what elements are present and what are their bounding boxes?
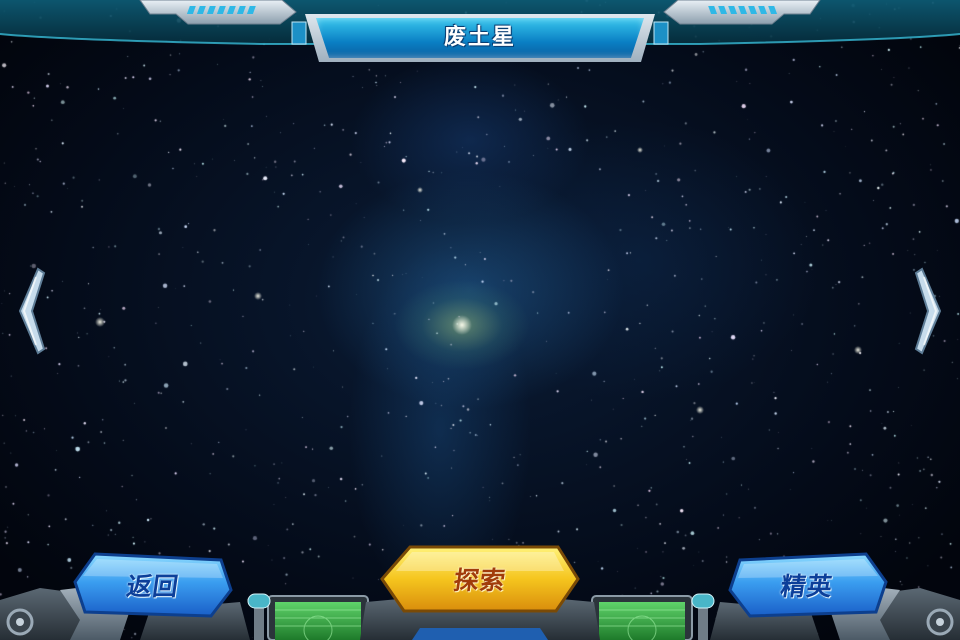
next-planet-button[interactable]: [910, 265, 946, 357]
chevron-right-icon: [914, 267, 942, 355]
explore-button[interactable]: 探索: [380, 543, 580, 615]
elite-button[interactable]: 精英: [726, 550, 888, 620]
chevron-left-icon: [18, 267, 46, 355]
explore-button-label: 探索: [451, 566, 508, 595]
prev-planet-button[interactable]: [14, 265, 50, 357]
elite-button-label: 精英: [778, 572, 835, 601]
planet-title: 废土星: [443, 25, 516, 50]
back-button[interactable]: 返回: [73, 550, 233, 620]
back-button-label: 返回: [124, 572, 181, 601]
